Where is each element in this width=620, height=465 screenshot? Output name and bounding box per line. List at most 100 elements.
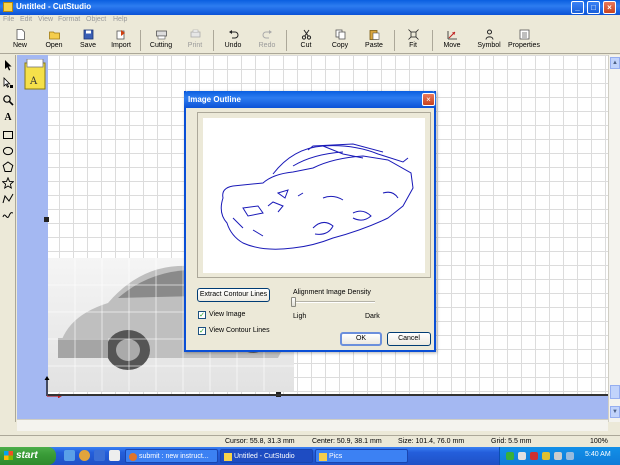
- copy-button[interactable]: Copy: [328, 29, 352, 53]
- show-desktop-icon[interactable]: [64, 450, 75, 461]
- minimize-button[interactable]: _: [571, 1, 584, 14]
- light-label: Ligh: [293, 313, 307, 320]
- move-button[interactable]: Move: [440, 29, 464, 53]
- density-label: Alignment Image Density: [293, 289, 371, 296]
- paste-button[interactable]: Paste: [362, 29, 386, 53]
- horizontal-scrollbar[interactable]: [17, 419, 608, 431]
- clipart-folder-icon[interactable]: A: [23, 59, 47, 93]
- contour-lines: [220, 143, 414, 250]
- toolbar-separator: [140, 30, 141, 51]
- menu-file[interactable]: File: [3, 16, 14, 23]
- app-quicklaunch-icon[interactable]: [109, 450, 120, 461]
- redo-label: Redo: [258, 42, 276, 49]
- status-bar: Cursor: 55.8, 31.3 mm Center: 50.9, 38.1…: [0, 435, 620, 447]
- text-tool-icon[interactable]: A: [2, 112, 14, 124]
- menu-bar: File Edit View Format Object Help: [0, 15, 620, 27]
- ie-icon[interactable]: [94, 450, 105, 461]
- cutting-button[interactable]: Cutting: [146, 29, 176, 53]
- undo-icon: [228, 30, 238, 39]
- import-label: Import: [111, 42, 131, 49]
- clock: 5:40 AM: [585, 451, 611, 458]
- star-icon[interactable]: [1, 176, 15, 189]
- menu-view[interactable]: View: [38, 16, 53, 23]
- speaker-icon[interactable]: [554, 452, 562, 460]
- view-contour-checkbox[interactable]: ✓: [198, 327, 206, 335]
- maximize-button[interactable]: □: [587, 1, 600, 14]
- import-button[interactable]: Import: [108, 29, 134, 53]
- view-image-checkbox[interactable]: ✓: [198, 311, 206, 319]
- scroll-down-icon[interactable]: ▼: [610, 406, 620, 418]
- tray-icon[interactable]: [518, 452, 526, 460]
- open-folder-icon: [48, 31, 60, 40]
- vertical-scrollbar[interactable]: ▲ ▼: [608, 55, 620, 422]
- cut-button[interactable]: Cut: [294, 29, 318, 53]
- menu-object[interactable]: Object: [86, 16, 106, 23]
- fit-icon: [407, 29, 419, 40]
- scroll-thumb[interactable]: [610, 385, 620, 399]
- print-button[interactable]: Print: [183, 29, 207, 53]
- toolbar: New Open Save Import Cutting Print Undo …: [0, 27, 620, 54]
- toolbar-separator: [394, 30, 395, 51]
- polyline-icon[interactable]: [2, 193, 14, 205]
- toolbar-separator: [213, 30, 214, 51]
- cancel-button[interactable]: Cancel: [387, 332, 431, 346]
- ok-button[interactable]: OK: [340, 332, 382, 346]
- freehand-curve-icon[interactable]: [2, 209, 14, 221]
- canvas-left-margin: [17, 55, 48, 419]
- fit-button[interactable]: Fit: [401, 29, 425, 53]
- zoom-level: 100%: [590, 438, 608, 445]
- menu-edit[interactable]: Edit: [20, 16, 32, 23]
- toolbar-separator: [432, 30, 433, 51]
- selection-handle[interactable]: [44, 217, 49, 222]
- view-image-label: View Image: [209, 311, 246, 318]
- print-label: Print: [187, 42, 203, 49]
- close-button[interactable]: ×: [603, 1, 616, 14]
- copy-label: Copy: [331, 42, 349, 49]
- tray-icon[interactable]: [506, 452, 514, 460]
- select-arrow-icon[interactable]: [2, 59, 14, 71]
- ellipse-icon[interactable]: [2, 145, 14, 157]
- symbol-button[interactable]: Symbol: [476, 29, 502, 53]
- menu-format[interactable]: Format: [58, 16, 80, 23]
- scroll-up-icon[interactable]: ▲: [610, 57, 620, 69]
- scissors-icon: [301, 29, 311, 40]
- dialog-close-button[interactable]: ×: [422, 93, 435, 106]
- redo-icon: [262, 30, 272, 39]
- network-icon[interactable]: [566, 452, 574, 460]
- taskbar-item-pics[interactable]: Pics: [315, 449, 408, 463]
- rectangle-icon[interactable]: [2, 129, 14, 141]
- grid-size: Grid: 5.5 mm: [491, 438, 532, 445]
- object-size: Size: 101.4, 76.0 mm: [398, 438, 465, 445]
- undo-button[interactable]: Undo: [221, 29, 245, 53]
- redo-button[interactable]: Redo: [255, 29, 279, 53]
- extract-contour-button[interactable]: Extract Contour Lines: [197, 288, 270, 302]
- cut-label: Cut: [300, 42, 312, 49]
- start-label: start: [16, 450, 38, 461]
- firefox-icon[interactable]: [79, 450, 90, 461]
- node-edit-icon[interactable]: [2, 77, 14, 89]
- symbol-person-icon: [485, 29, 493, 40]
- taskbar: start submit : new instruct... Untitled …: [0, 447, 620, 465]
- center-position: Center: 50.9, 38.1 mm: [312, 438, 382, 445]
- save-label: Save: [80, 42, 96, 49]
- cursor-position: Cursor: 55.8, 31.3 mm: [225, 438, 295, 445]
- tray-icon[interactable]: [530, 452, 538, 460]
- density-slider-thumb[interactable]: [291, 297, 296, 307]
- density-slider[interactable]: [293, 301, 375, 303]
- save-button[interactable]: Save: [76, 29, 100, 53]
- start-button[interactable]: start: [0, 447, 56, 465]
- properties-label: Properties: [508, 42, 540, 49]
- image-outline-dialog: Image Outline × Extract Contour Lines Al…: [184, 91, 436, 352]
- new-file-icon: [16, 29, 25, 40]
- open-button[interactable]: Open: [42, 29, 66, 53]
- tool-palette: A: [0, 55, 16, 422]
- properties-button[interactable]: Properties: [508, 29, 540, 53]
- taskbar-item-cutstudio[interactable]: Untitled - CutStudio: [220, 449, 313, 463]
- zoom-icon[interactable]: [2, 94, 14, 106]
- taskbar-item-submit[interactable]: submit : new instruct...: [125, 449, 218, 463]
- import-icon: [116, 30, 125, 40]
- polygon-icon[interactable]: [2, 161, 14, 173]
- menu-help[interactable]: Help: [113, 16, 127, 23]
- new-button[interactable]: New: [8, 29, 32, 53]
- tray-icon[interactable]: [542, 452, 550, 460]
